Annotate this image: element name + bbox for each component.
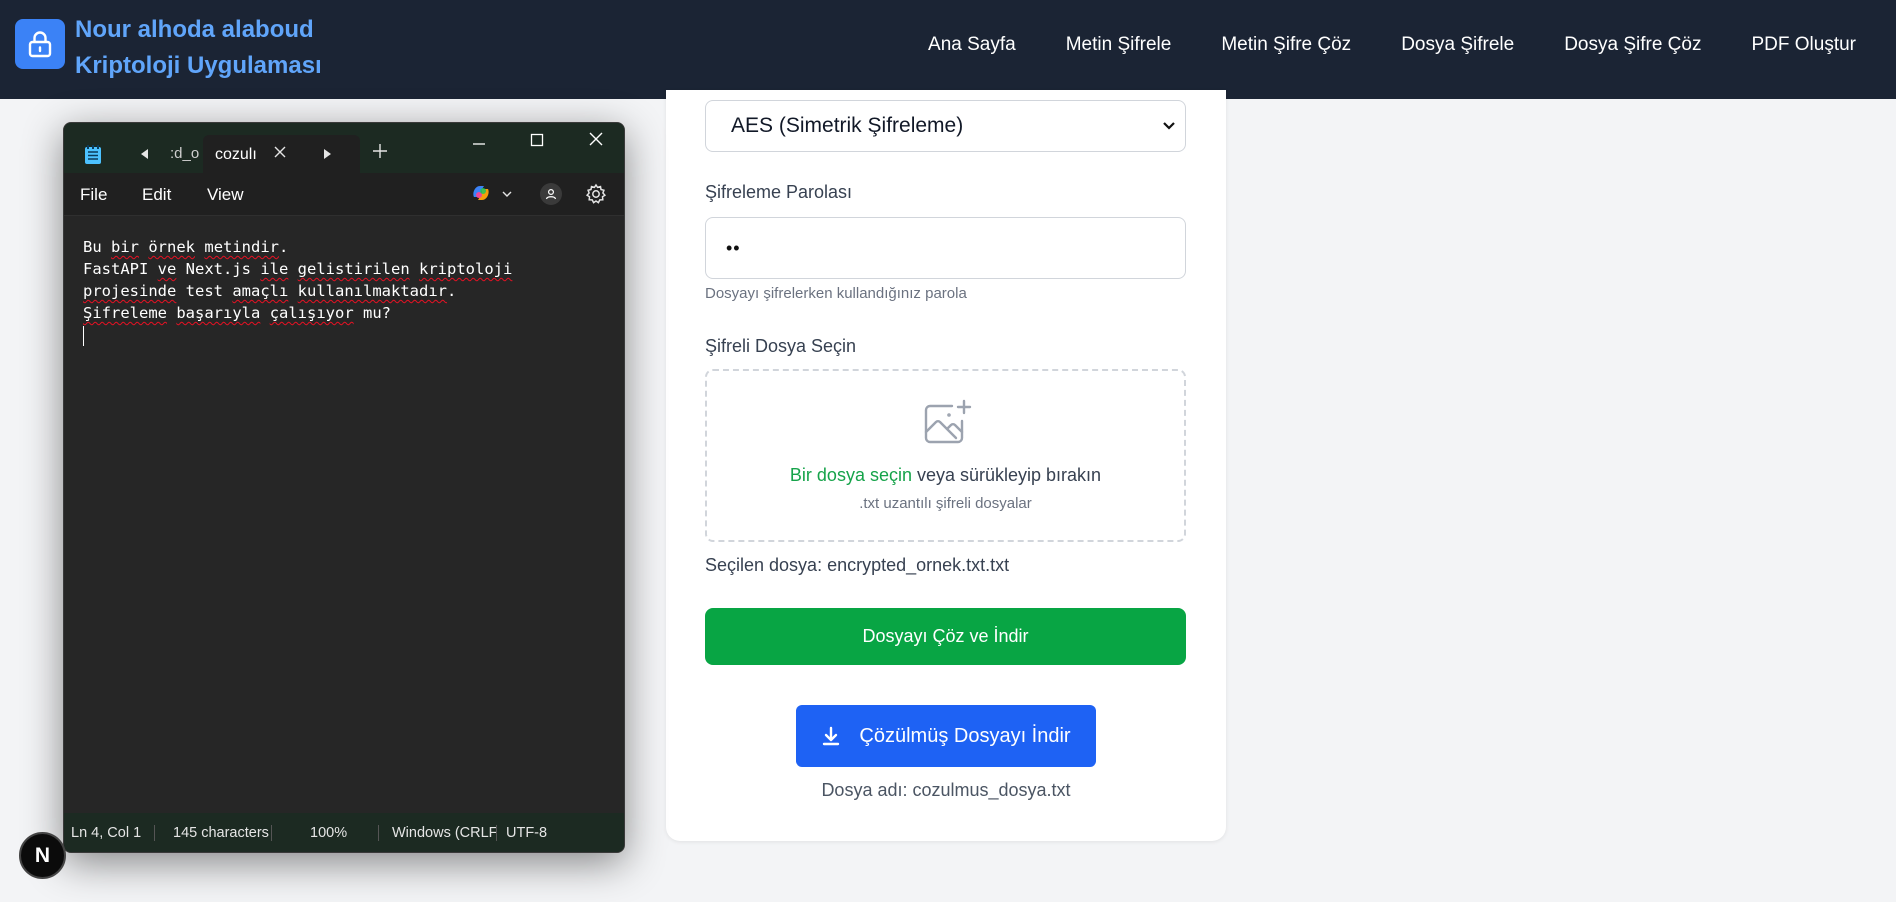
- brand-line-2: Kriptoloji Uygulaması: [75, 52, 322, 79]
- menu-edit[interactable]: Edit: [142, 185, 171, 205]
- tab-active[interactable]: cozulı: [203, 135, 360, 173]
- file-label: Şifreli Dosya Seçin: [705, 336, 857, 356]
- status-eol[interactable]: Windows (CRLF: [392, 825, 498, 841]
- notepad-menubar: File Edit View: [64, 173, 624, 215]
- decrypt-download-button[interactable]: Dosyayı Çöz ve İndir: [705, 608, 1186, 665]
- tab-active-label: cozulı: [215, 146, 257, 163]
- password-value: ••: [726, 237, 741, 258]
- copilot-chevron-down-icon[interactable]: [501, 189, 513, 199]
- menu-file[interactable]: File: [80, 185, 107, 205]
- password-input[interactable]: ••: [705, 217, 1186, 279]
- nav-ana-sayfa[interactable]: Ana Sayfa: [928, 34, 1016, 56]
- algorithm-select-value: AES (Simetrik Şifreleme): [731, 114, 964, 137]
- dropzone-hint: .txt uzantılı şifreli dosyalar: [859, 495, 1032, 512]
- copilot-icon[interactable]: [470, 183, 492, 203]
- password-label: Şifreleme Parolası: [705, 182, 853, 202]
- brand-line-1: Nour alhoda alaboud: [75, 16, 314, 43]
- nav-metin-sifre-coz[interactable]: Metin Şifre Çöz: [1221, 34, 1351, 56]
- selected-file-text: Seçilen dosya: encrypted_ornek.txt.txt: [705, 555, 1010, 575]
- notepad-app-icon: [85, 145, 101, 164]
- notepad-titlebar[interactable]: :d_o cozulı: [64, 123, 624, 173]
- choose-file-link[interactable]: Bir dosya seçin: [790, 465, 912, 485]
- line-1: Bu bir örnek metindir.: [83, 238, 289, 256]
- account-icon[interactable]: [540, 183, 562, 205]
- nav-metin-sifrele[interactable]: Metin Şifrele: [1066, 34, 1172, 56]
- tab-scroll-right-icon[interactable]: [322, 149, 332, 159]
- notepad-statusbar: Ln 4, Col 1 145 characters 100% Windows …: [64, 813, 624, 852]
- tab-close-icon[interactable]: [273, 145, 287, 159]
- new-tab-plus-icon[interactable]: [372, 143, 388, 159]
- image-upload-icon: [924, 399, 972, 444]
- line-5: [83, 324, 512, 346]
- top-navbar: Nour alhoda alaboud Kriptoloji Uygulamas…: [0, 0, 1896, 99]
- download-button-label: Çözülmüş Dosyayı İndir: [859, 724, 1071, 747]
- status-encoding[interactable]: UTF-8: [506, 825, 547, 841]
- menu-view[interactable]: View: [207, 185, 244, 205]
- window-close-icon[interactable]: [588, 131, 604, 147]
- main-nav: Ana Sayfa Metin Şifrele Metin Şifre Çöz …: [928, 0, 1856, 90]
- download-icon: [823, 726, 840, 746]
- download-filename: Dosya adı: cozulmus_dosya.txt: [821, 780, 1071, 800]
- nav-dosya-sifre-coz[interactable]: Dosya Şifre Çöz: [1564, 34, 1701, 56]
- maximize-icon[interactable]: [530, 133, 544, 147]
- nav-pdf-olustur[interactable]: PDF Oluştur: [1751, 34, 1856, 56]
- tab-scroll-left-icon[interactable]: [140, 149, 150, 159]
- lock-logo-icon: [15, 19, 65, 69]
- dropzone-text: Bir dosya seçin veya sürükleyip bırakın: [707, 465, 1184, 486]
- brand-title[interactable]: Nour alhoda alaboud Kriptoloji Uygulamas…: [75, 12, 322, 84]
- line-3: projesinde test amaçlı kullanılmaktadır.: [83, 282, 457, 300]
- minimize-icon[interactable]: [472, 137, 486, 151]
- line-4: Şifreleme başarıyla çalışıyor mu?: [83, 304, 392, 322]
- line-2: FastAPI ve Next.js ile gelistirilen krip…: [83, 260, 513, 278]
- nextjs-dev-badge[interactable]: N: [19, 832, 66, 879]
- password-hint: Dosyayı şifrelerken kullandığınız parola: [705, 285, 967, 302]
- decrypt-file-card: AES (Simetrik Şifreleme) Şifreleme Parol…: [666, 90, 1226, 841]
- status-position: Ln 4, Col 1: [71, 825, 142, 841]
- nav-dosya-sifrele[interactable]: Dosya Şifrele: [1401, 34, 1514, 56]
- text-cursor: [83, 325, 84, 346]
- settings-gear-icon[interactable]: [585, 183, 607, 205]
- tab-inactive[interactable]: :d_o: [170, 145, 199, 162]
- chevron-down-icon: [1163, 122, 1175, 130]
- download-decrypted-button[interactable]: Çözülmüş Dosyayı İndir: [796, 705, 1096, 767]
- algorithm-select[interactable]: AES (Simetrik Şifreleme): [705, 100, 1186, 152]
- status-zoom[interactable]: 100%: [310, 825, 347, 841]
- notepad-content: Bu bir örnek metindir. FastAPI ve Next.js…: [83, 236, 512, 346]
- notepad-window[interactable]: :d_o cozulı File Edit View Bu bir örnek …: [63, 122, 625, 853]
- notepad-text-area[interactable]: Bu bir örnek metindir. FastAPI ve Next.js…: [64, 215, 624, 813]
- status-chars: 145 characters: [173, 825, 269, 841]
- file-dropzone[interactable]: Bir dosya seçin veya sürükleyip bırakın …: [705, 369, 1186, 542]
- dropzone-drag-text: veya sürükleyip bırakın: [911, 465, 1102, 485]
